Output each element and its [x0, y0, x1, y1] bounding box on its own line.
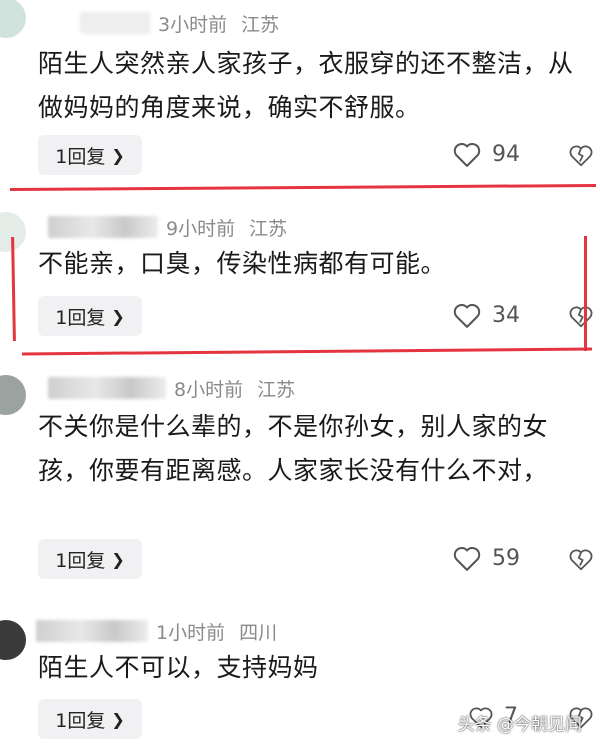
- watermark: 头条 @今朝见闻: [457, 715, 582, 735]
- comment-time: 3小时前: [158, 13, 228, 36]
- avatar[interactable]: [0, 620, 26, 660]
- comment-time-location: 1小时前 四川: [156, 618, 291, 645]
- comment-time-location: 8小时前 江苏: [174, 375, 309, 402]
- like-count: 34: [492, 302, 520, 328]
- comment-text: 不能亲，口臭，传染性病都有可能。: [38, 249, 447, 278]
- chevron-right-icon: ❯: [111, 145, 125, 165]
- comment-meta: 9小时前 江苏: [48, 214, 301, 240]
- username[interactable]: [48, 377, 166, 399]
- comment-time: 1小时前: [156, 621, 226, 644]
- reply-label: 1回复: [55, 709, 106, 732]
- username[interactable]: [48, 216, 158, 238]
- reply-button[interactable]: 1回复 ❯: [38, 699, 142, 739]
- reply-button[interactable]: 1回复 ❯: [38, 135, 142, 175]
- chevron-right-icon: ❯: [111, 709, 125, 729]
- username[interactable]: [36, 620, 148, 642]
- chevron-right-icon: ❯: [111, 306, 125, 326]
- like-count: 94: [492, 141, 520, 167]
- heart-outline-icon: [453, 547, 481, 571]
- reply-button[interactable]: 1回复 ❯: [38, 296, 142, 336]
- reply-label: 1回复: [55, 549, 106, 572]
- heart-outline-icon: [453, 304, 481, 328]
- comment-location: 四川: [239, 621, 278, 644]
- like-button[interactable]: 59: [452, 544, 520, 572]
- chevron-right-icon: ❯: [111, 549, 125, 569]
- comment-meta: 8小时前 江苏: [48, 375, 309, 401]
- comment-meta: 3小时前 江苏: [80, 10, 293, 36]
- like-count: 59: [492, 545, 520, 571]
- comment-time: 8小时前: [174, 378, 244, 401]
- broken-heart-icon[interactable]: [568, 303, 594, 329]
- reply-label: 1回复: [55, 145, 106, 168]
- comment-text: 陌生人突然亲人家孩子，衣服穿的还不整洁，从做妈妈的角度来说，确实不舒服。: [38, 49, 574, 122]
- heart-outline-icon: [453, 143, 481, 167]
- comment-time-location: 9小时前 江苏: [166, 214, 301, 241]
- avatar[interactable]: [0, 0, 26, 38]
- like-button[interactable]: 94: [452, 140, 520, 168]
- comment-item: 3小时前 江苏 陌生人突然亲人家孩子，衣服穿的还不整洁，从做妈妈的角度来说，确实不…: [0, 0, 600, 190]
- comment-text: 陌生人不可以，支持妈妈: [38, 653, 319, 682]
- comment-item: 9小时前 江苏 不能亲，口臭，传染性病都有可能。 1回复 ❯ 34: [0, 200, 600, 360]
- comment-location: 江苏: [249, 217, 288, 240]
- reply-button[interactable]: 1回复 ❯: [38, 539, 142, 579]
- comment-time-location: 3小时前 江苏: [158, 10, 293, 37]
- broken-heart-icon[interactable]: [568, 546, 594, 572]
- comment-meta: 1小时前 四川: [36, 618, 291, 644]
- like-button[interactable]: 34: [452, 301, 520, 329]
- avatar[interactable]: [0, 375, 26, 415]
- broken-heart-icon[interactable]: [568, 142, 594, 168]
- username[interactable]: [80, 12, 150, 34]
- comment-location: 江苏: [257, 378, 296, 401]
- reply-label: 1回复: [55, 306, 106, 329]
- comment-text: 不关你是什么辈的，不是你孙女，别人家的女孩，你要有距离感。人家家长没有什么不对，: [38, 412, 549, 485]
- comment-time: 9小时前: [166, 217, 236, 240]
- highlight-right-line: [584, 236, 587, 351]
- comment-item: 8小时前 江苏 不关你是什么辈的，不是你孙女，别人家的女孩，你要有距离感。人家家长…: [0, 365, 600, 595]
- comment-location: 江苏: [241, 13, 280, 36]
